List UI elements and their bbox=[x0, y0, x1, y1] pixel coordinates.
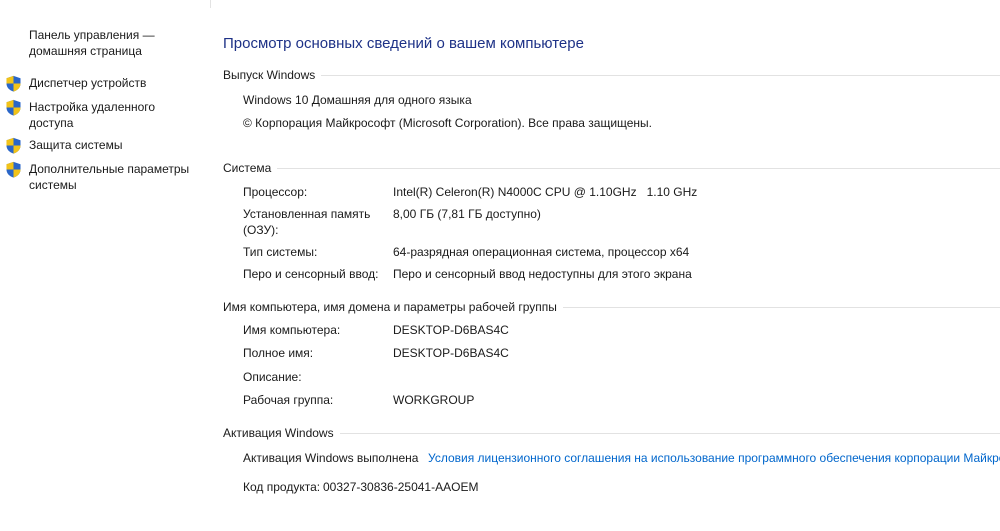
section-divider bbox=[223, 168, 1000, 169]
full-name-value: DESKTOP-D6BAS4C bbox=[393, 346, 509, 360]
pen-touch-label: Перо и сенсорный ввод: bbox=[243, 267, 379, 281]
shield-icon bbox=[6, 75, 21, 92]
shield-icon bbox=[6, 99, 21, 116]
product-id-value: 00327-30836-25041-AAOEM bbox=[323, 480, 479, 494]
system-type-value: 64-разрядная операционная система, проце… bbox=[393, 245, 690, 259]
section-heading: Имя компьютера, имя домена и параметры р… bbox=[223, 299, 563, 315]
section-windows-edition: Выпуск Windows bbox=[223, 67, 1000, 83]
activation-status: Активация Windows выполнена bbox=[243, 451, 419, 465]
computer-name-value: DESKTOP-D6BAS4C bbox=[393, 323, 509, 337]
section-heading: Система bbox=[223, 160, 278, 176]
memory-label: Установленная память (ОЗУ): bbox=[243, 207, 371, 237]
computer-name-label: Имя компьютера: bbox=[243, 323, 341, 337]
section-computer-name: Имя компьютера, имя домена и параметры р… bbox=[223, 299, 1000, 315]
sidebar-item-system-protection[interactable]: Защита системы bbox=[5, 137, 205, 154]
sidebar-item-device-manager[interactable]: Диспетчер устройств bbox=[5, 75, 205, 92]
windows-edition-name: Windows 10 Домашняя для одного языка bbox=[243, 93, 472, 107]
section-windows-activation: Активация Windows bbox=[223, 425, 1000, 441]
full-name-label: Полное имя: bbox=[243, 346, 314, 360]
sidebar-item-label: Диспетчер устройств bbox=[29, 76, 147, 90]
page-title: Просмотр основных сведений о вашем компь… bbox=[223, 35, 584, 52]
processor-value: Intel(R) Celeron(R) N4000C CPU @ 1.10GHz… bbox=[393, 185, 698, 199]
sidebar-item-label: Защита системы bbox=[29, 138, 123, 152]
memory-value: 8,00 ГБ (7,81 ГБ доступно) bbox=[393, 207, 541, 221]
workgroup-label: Рабочая группа: bbox=[243, 393, 334, 407]
sidebar-divider bbox=[210, 0, 211, 8]
product-id-label: Код продукта: bbox=[243, 480, 321, 494]
section-heading: Активация Windows bbox=[223, 425, 340, 441]
workgroup-value: WORKGROUP bbox=[393, 393, 475, 407]
shield-icon bbox=[6, 137, 21, 154]
sidebar-item-remote-settings[interactable]: Настройка удаленного доступа bbox=[5, 99, 205, 131]
license-terms-link[interactable]: Условия лицензионного соглашения на испо… bbox=[428, 450, 1000, 466]
section-heading: Выпуск Windows bbox=[223, 67, 322, 83]
section-system: Система bbox=[223, 160, 1000, 176]
shield-icon bbox=[6, 161, 21, 178]
pen-touch-value: Перо и сенсорный ввод недоступны для это… bbox=[393, 267, 692, 281]
sidebar-item-advanced-system-settings[interactable]: Дополнительные параметры системы bbox=[5, 161, 205, 193]
copyright-text: © Корпорация Майкрософт (Microsoft Corpo… bbox=[243, 116, 653, 130]
sidebar-item-label: Настройка удаленного доступа bbox=[29, 100, 156, 130]
description-label: Описание: bbox=[243, 370, 302, 384]
processor-label: Процессор: bbox=[243, 185, 308, 199]
control-panel-home-link[interactable]: Панель управления — домашняя страница bbox=[29, 27, 204, 59]
sidebar-item-label: Дополнительные параметры системы bbox=[29, 162, 190, 192]
system-type-label: Тип системы: bbox=[243, 245, 318, 259]
section-divider bbox=[223, 75, 1000, 76]
sidebar: Панель управления — домашняя страница Ди… bbox=[0, 0, 210, 531]
